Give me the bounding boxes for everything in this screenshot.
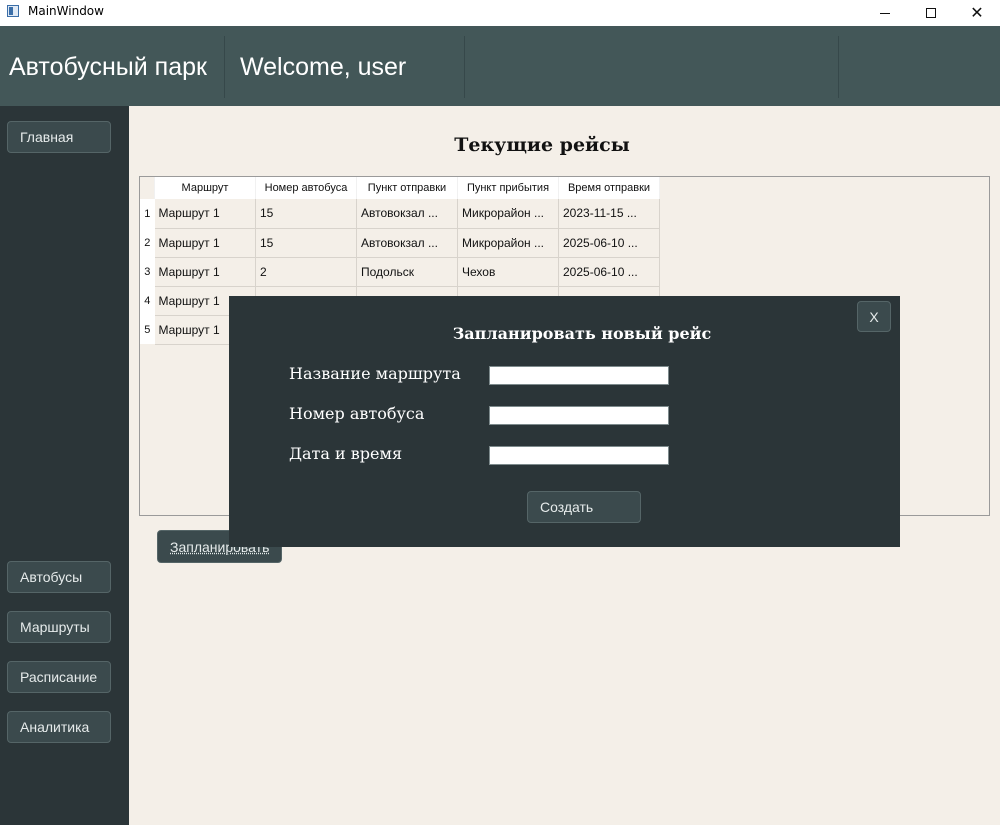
app-window-icon [7, 5, 19, 17]
table-cell[interactable]: 15 [255, 199, 357, 229]
create-trip-button[interactable]: Создать [527, 491, 641, 523]
minimize-icon [880, 12, 890, 14]
column-header-arrival-point[interactable]: Пункт прибытия [457, 177, 559, 199]
app-brand: Автобусный парк [9, 53, 207, 81]
table-cell[interactable]: Микрорайон ... [457, 199, 559, 229]
close-window-button[interactable]: ✕ [954, 0, 1000, 26]
row-number: 4 [140, 286, 155, 315]
table-cell[interactable]: Маршрут 1 [154, 228, 256, 258]
route-name-input[interactable] [489, 366, 669, 385]
column-header-bus-number[interactable]: Номер автобуса [255, 177, 357, 199]
row-number: 3 [140, 257, 155, 286]
sidebar-item-home[interactable]: Главная [7, 121, 111, 153]
column-header-departure-point[interactable]: Пункт отправки [356, 177, 458, 199]
table-cell[interactable]: Чехов [457, 257, 559, 287]
maximize-button[interactable] [908, 0, 954, 26]
table-row[interactable]: 2 Маршрут 1 15 Автовокзал ... Микрорайон… [140, 228, 660, 258]
sidebar-item-label: Маршруты [20, 619, 90, 635]
column-header-departure-time[interactable]: Время отправки [558, 177, 660, 199]
table-cell[interactable]: 2 [255, 257, 357, 287]
datetime-input[interactable] [489, 446, 669, 465]
window-titlebar: MainWindow ✕ [0, 0, 1007, 26]
window-title: MainWindow [28, 4, 104, 18]
sidebar-item-label: Главная [20, 129, 74, 145]
close-icon: X [869, 308, 879, 325]
table-cell[interactable]: Подольск [356, 257, 458, 287]
sidebar-item-buses[interactable]: Автобусы [7, 561, 111, 593]
sidebar-item-label: Аналитика [20, 719, 90, 735]
header-divider [224, 36, 225, 98]
row-number: 2 [140, 228, 155, 257]
table-row[interactable]: 3 Маршрут 1 2 Подольск Чехов 2025-06-10 … [140, 257, 660, 287]
sidebar-item-schedule[interactable]: Расписание [7, 661, 111, 693]
close-icon: ✕ [970, 5, 984, 22]
table-corner [140, 177, 155, 199]
bus-number-input[interactable] [489, 406, 669, 425]
header-divider [838, 36, 839, 98]
app-header: Автобусный парк Welcome, user [0, 26, 1000, 106]
table-row[interactable]: 1 Маршрут 1 15 Автовокзал ... Микрорайон… [140, 199, 660, 229]
row-number: 1 [140, 199, 155, 228]
bus-number-label: Номер автобуса [289, 404, 425, 423]
maximize-icon [926, 8, 936, 18]
sidebar: Главная Автобусы Маршруты Расписание Ана… [0, 106, 129, 825]
table-cell[interactable]: Маршрут 1 [154, 199, 256, 229]
table-cell[interactable]: 2025-06-10 ... [558, 257, 660, 287]
table-cell[interactable]: 2023-11-15 ... [558, 199, 660, 229]
page-title: Текущие рейсы [454, 134, 630, 156]
table-cell[interactable]: 15 [255, 228, 357, 258]
route-name-label: Название маршрута [289, 364, 461, 383]
create-trip-label: Создать [540, 499, 594, 515]
window-edge [1000, 26, 1007, 825]
header-divider [464, 36, 465, 98]
sidebar-item-label: Расписание [20, 669, 98, 685]
sidebar-item-analytics[interactable]: Аналитика [7, 711, 111, 743]
sidebar-item-label: Автобусы [20, 569, 83, 585]
datetime-label: Дата и время [289, 444, 403, 463]
welcome-text: Welcome, user [240, 53, 407, 81]
sidebar-item-routes[interactable]: Маршруты [7, 611, 111, 643]
new-trip-dialog: X Запланировать новый рейс Название марш… [229, 296, 900, 547]
table-header-row: Маршрут Номер автобуса Пункт отправки Пу… [140, 177, 660, 199]
column-header-route[interactable]: Маршрут [154, 177, 256, 199]
table-cell[interactable]: Автовокзал ... [356, 228, 458, 258]
minimize-button[interactable] [862, 0, 908, 26]
row-number: 5 [140, 315, 155, 344]
table-cell[interactable]: Микрорайон ... [457, 228, 559, 258]
table-cell[interactable]: 2025-06-10 ... [558, 228, 660, 258]
table-cell[interactable]: Маршрут 1 [154, 257, 256, 287]
dialog-title: Запланировать новый рейс [452, 324, 712, 343]
table-cell[interactable]: Автовокзал ... [356, 199, 458, 229]
